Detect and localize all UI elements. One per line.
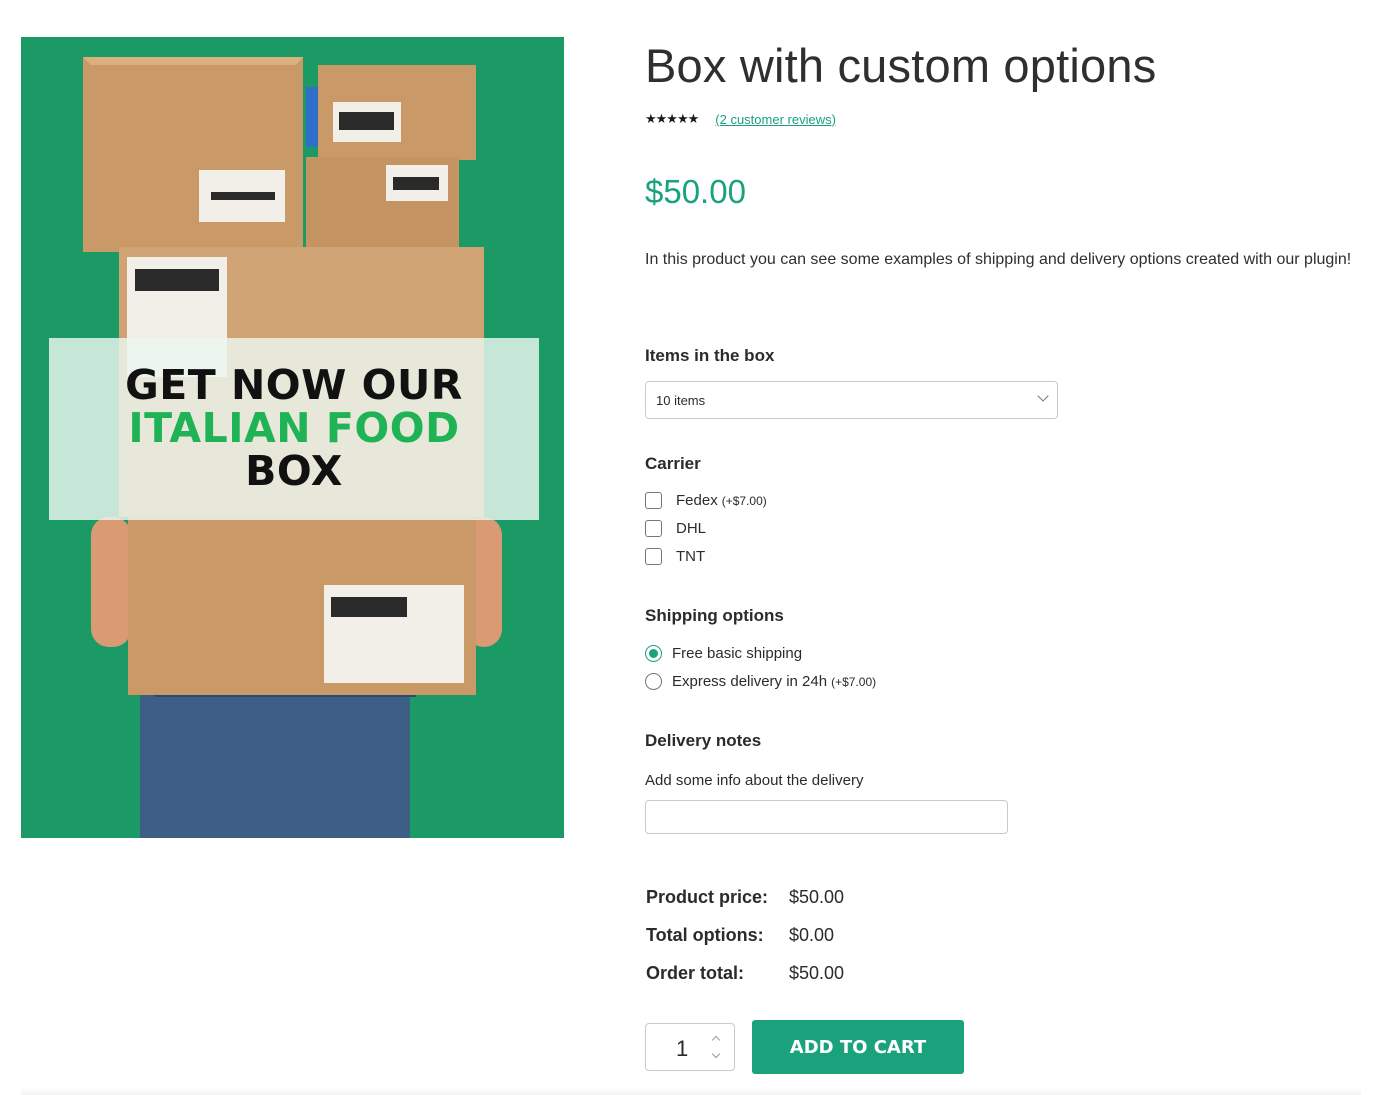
shipping-label: Shipping options	[645, 606, 784, 625]
shipping-option-express[interactable]: Express delivery in 24h (+$7.00)	[645, 673, 876, 690]
quantity-stepper[interactable]: 1	[645, 1023, 735, 1071]
product-title: Box with custom options	[645, 39, 1157, 92]
add-to-cart-button[interactable]: Add to cart	[752, 1020, 964, 1074]
order-total-value: $50.00	[789, 963, 845, 983]
delivery-notes-input[interactable]	[645, 800, 1008, 834]
express-shipping-radio[interactable]	[645, 673, 662, 690]
tnt-checkbox[interactable]	[645, 548, 662, 565]
delivery-notes-hint: Add some info about the delivery	[645, 772, 864, 789]
product-image[interactable]: GET NOW OUR ITALIAN FOOD BOX	[21, 37, 564, 838]
carrier-name: Fedex	[676, 492, 718, 509]
promo-line-3: BOX	[245, 447, 343, 495]
total-options-label: Total options:	[646, 925, 764, 945]
product-price: $50.00	[645, 173, 746, 210]
dhl-checkbox[interactable]	[645, 520, 662, 537]
free-shipping-radio[interactable]	[645, 645, 662, 662]
items-label: Items in the box	[645, 346, 775, 365]
shipping-extra-price: (+$7.00)	[831, 674, 877, 689]
product-description: In this product you can see some example…	[645, 251, 1352, 268]
section-divider	[21, 1088, 1361, 1095]
chevron-down-icon[interactable]	[711, 1049, 721, 1059]
promo-line-2: ITALIAN FOOD	[128, 404, 460, 452]
chevron-down-icon	[1037, 390, 1049, 402]
shipping-name: Free basic shipping	[672, 645, 803, 662]
shipping-option-free[interactable]: Free basic shipping	[645, 645, 802, 662]
items-select[interactable]: 10 items	[645, 381, 1058, 419]
total-options-value: $0.00	[789, 925, 835, 945]
carrier-option-dhl[interactable]: DHL	[645, 520, 706, 537]
items-selected-value: 10 items	[656, 393, 706, 408]
product-rating: ★★★★★ (2 customer reviews)	[645, 111, 836, 127]
delivery-notes-label: Delivery notes	[645, 731, 762, 750]
carrier-name: DHL	[676, 520, 707, 537]
box-top-left	[83, 57, 303, 252]
quantity-value: 1	[676, 1036, 689, 1061]
carrier-label: Carrier	[645, 454, 701, 473]
jeans	[140, 677, 410, 838]
shipping-name: Express delivery in 24h	[672, 673, 828, 690]
chevron-up-icon[interactable]	[711, 1035, 721, 1045]
carrier-name: TNT	[676, 548, 706, 565]
promo-line-1: GET NOW OUR	[125, 361, 463, 409]
carrier-extra-price: (+$7.00)	[721, 493, 767, 508]
reviews-link[interactable]: (2 customer reviews)	[715, 112, 836, 127]
promo-banner: GET NOW OUR ITALIAN FOOD BOX	[49, 338, 539, 520]
product-price-label: Product price:	[646, 887, 769, 907]
fedex-checkbox[interactable]	[645, 492, 662, 509]
product-price-value: $50.00	[789, 887, 845, 907]
star-rating-icon: ★★★★★	[645, 111, 699, 126]
carrier-option-fedex[interactable]: Fedex (+$7.00)	[645, 492, 767, 509]
order-total-label: Order total:	[646, 963, 745, 983]
left-arm	[91, 517, 131, 647]
carrier-option-tnt[interactable]: TNT	[645, 548, 705, 565]
